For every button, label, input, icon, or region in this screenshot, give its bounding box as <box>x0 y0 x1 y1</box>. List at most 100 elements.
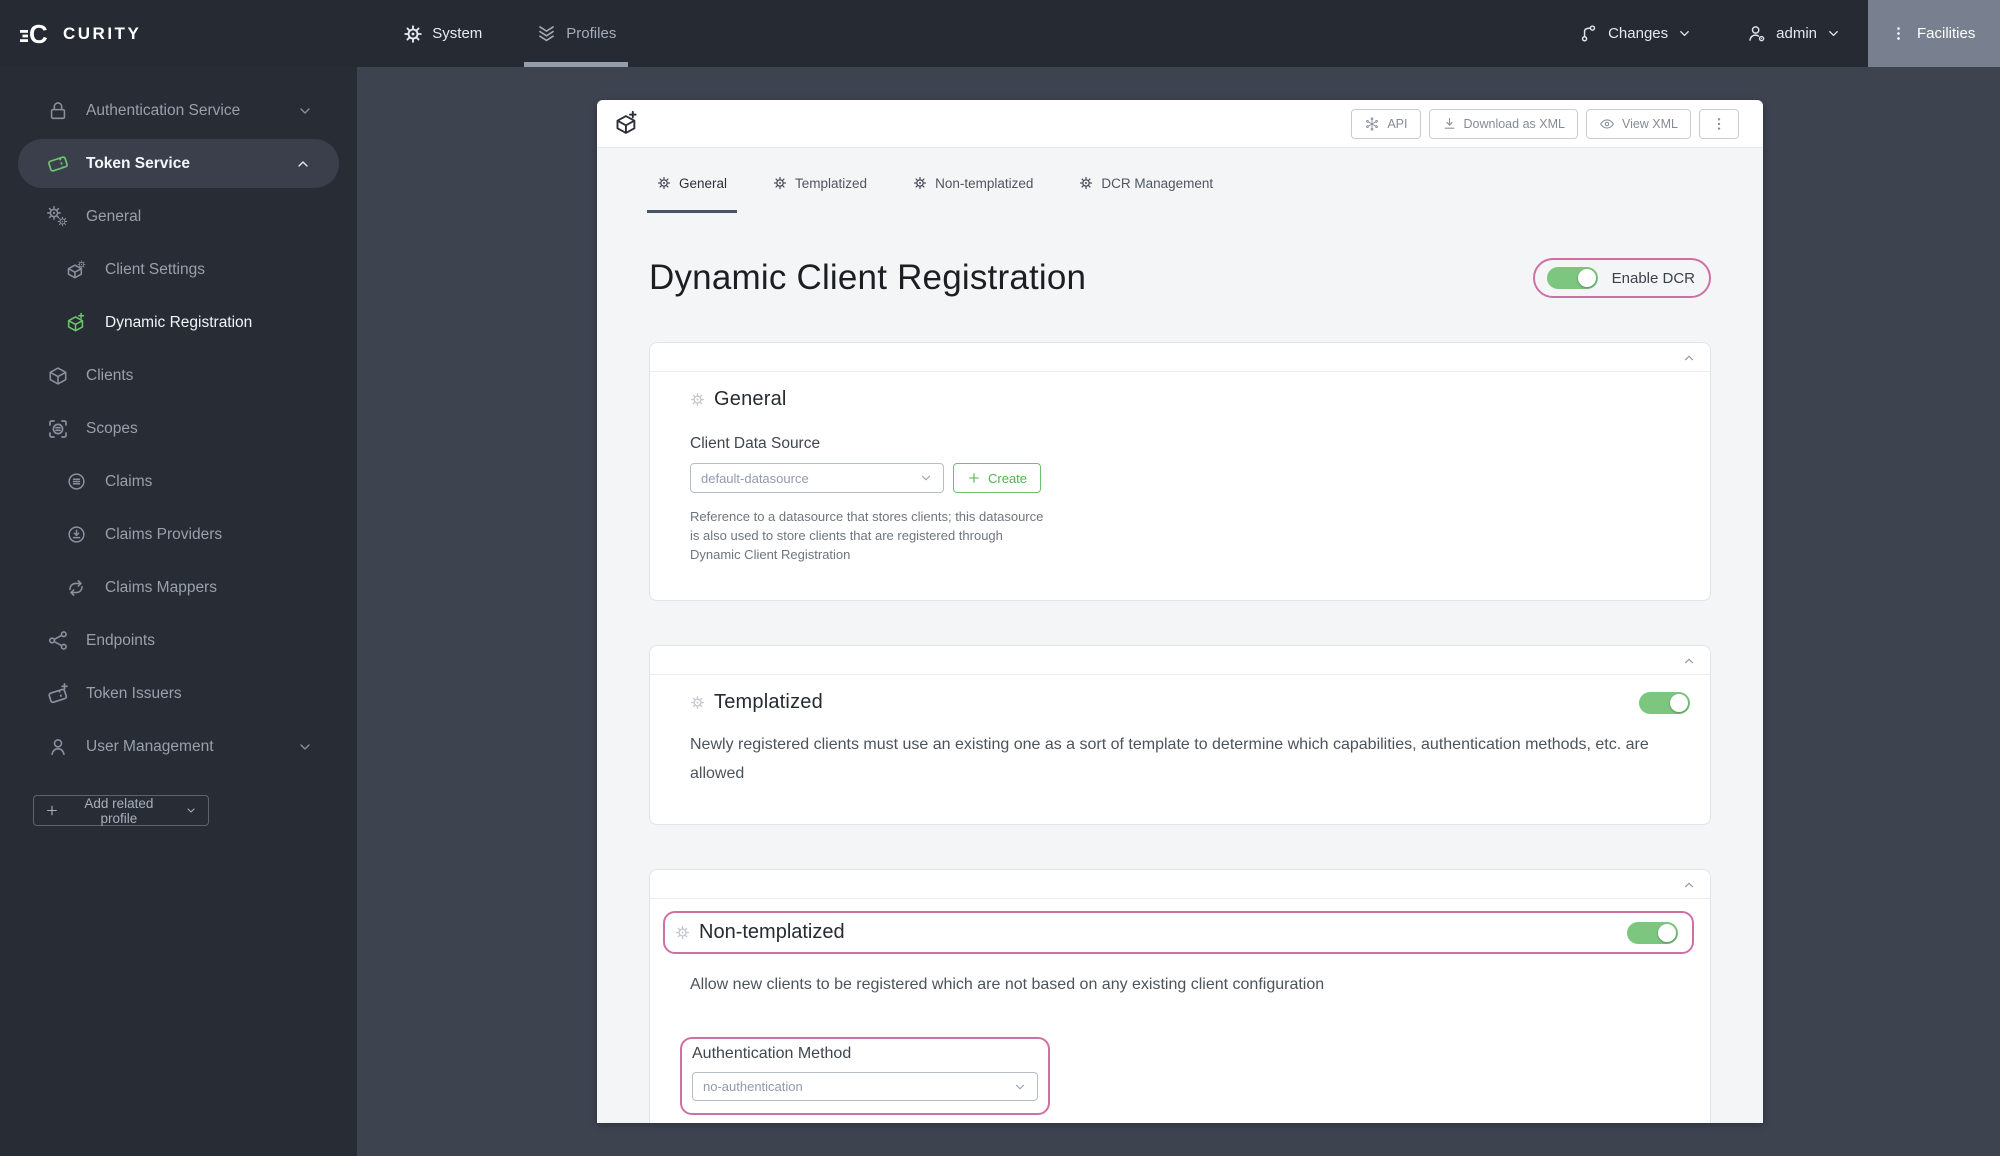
gear-icon <box>1079 176 1093 190</box>
chevron-up-icon <box>295 156 311 172</box>
authentication-method-highlight: Authentication Method no-authentication <box>680 1037 1050 1115</box>
user-menu[interactable]: admin <box>1719 0 1868 67</box>
chevron-up-icon <box>1682 878 1696 892</box>
authentication-method-label: Authentication Method <box>692 1045 852 1062</box>
more-options-button[interactable] <box>1699 108 1739 139</box>
sidebar-item-client-settings[interactable]: Client Settings <box>0 243 357 296</box>
box-gear-icon <box>63 259 89 281</box>
kebab-dots-icon <box>1890 25 1907 42</box>
download-as-xml-button[interactable]: Download as XML <box>1428 108 1578 139</box>
tab-non-templatized[interactable]: Non-templatized <box>903 148 1043 218</box>
chevron-down-icon <box>1826 26 1841 41</box>
facilities-button[interactable]: Facilities <box>1868 0 2000 67</box>
scope-icon <box>45 417 71 441</box>
box-plus-icon <box>613 110 640 137</box>
tab-dcr-management[interactable]: DCR Management <box>1069 148 1223 218</box>
curity-c-mark: C <box>20 19 48 49</box>
claims-list-icon <box>63 471 89 492</box>
section-heading: Non-templatized <box>699 921 845 943</box>
card-header: API Download as XML View XML <box>597 100 1763 148</box>
sidebar-item-claims-providers[interactable]: Claims Providers <box>0 508 357 561</box>
non-templatized-description: Allow new clients to be registered which… <box>690 976 1325 993</box>
templatized-toggle[interactable] <box>1639 691 1690 714</box>
chevron-down-icon <box>1013 1080 1027 1094</box>
dcr-settings-card: API Download as XML View XML General Tem… <box>597 100 1763 1123</box>
section-collapse-bar[interactable] <box>650 343 1710 372</box>
dcr-tabs: General Templatized Non-templatized DCR … <box>597 148 1763 218</box>
sidebar-item-token-issuers[interactable]: Token Issuers <box>0 667 357 720</box>
lock-icon <box>45 100 71 122</box>
sidebar-item-claims-mappers[interactable]: Claims Mappers <box>0 561 357 614</box>
section-collapse-bar[interactable] <box>650 646 1710 675</box>
tab-templatized[interactable]: Templatized <box>763 148 877 218</box>
plus-icon <box>967 471 981 485</box>
kebab-dots-icon <box>1711 116 1727 132</box>
section-non-templatized: Non-templatized Allow new clients to be … <box>649 869 1711 1123</box>
ticket-icon <box>45 152 71 176</box>
top-navigation-bar: C CURITY System Profiles Changes admin F… <box>0 0 2000 67</box>
create-datasource-button[interactable]: Create <box>953 463 1042 493</box>
box-plus-icon <box>63 312 89 334</box>
swap-arrows-icon <box>63 577 89 599</box>
chevron-down-icon <box>297 103 313 119</box>
sidebar-item-clients[interactable]: Clients <box>0 349 357 402</box>
view-xml-button[interactable]: View XML <box>1585 108 1691 139</box>
sidebar-item-user-management[interactable]: User Management <box>0 720 357 773</box>
section-heading: General <box>714 388 787 410</box>
curity-logo[interactable]: C CURITY <box>0 0 141 67</box>
client-data-source-label: Client Data Source <box>690 435 821 452</box>
sidebar-item-claims[interactable]: Claims <box>0 455 357 508</box>
non-templatized-highlight: Non-templatized <box>663 911 1694 954</box>
chevron-down-icon <box>1677 26 1692 41</box>
authentication-method-select[interactable]: no-authentication <box>692 1072 1038 1101</box>
user-gear-icon <box>1746 23 1767 44</box>
top-right-controls: Changes admin Facilities <box>1551 0 2000 67</box>
gear-icon <box>657 176 671 190</box>
sidebar-item-general[interactable]: General <box>0 190 357 243</box>
section-collapse-bar[interactable] <box>650 870 1710 899</box>
card-header-actions: API Download as XML View XML <box>1351 108 1739 139</box>
gear-icon <box>403 24 423 44</box>
tab-general[interactable]: General <box>647 148 738 218</box>
gear-icon <box>913 176 927 190</box>
section-heading: Templatized <box>714 691 823 713</box>
ticket-plus-icon <box>45 682 71 706</box>
api-nodes-icon <box>1364 116 1380 132</box>
user-icon <box>45 736 71 758</box>
sidebar-item-scopes[interactable]: Scopes <box>0 402 357 455</box>
add-related-profile-button[interactable]: Add related profile <box>33 795 209 826</box>
chevron-down-icon <box>185 804 197 817</box>
share-nodes-icon <box>45 629 71 652</box>
chevron-down-icon <box>297 739 313 755</box>
main-content-area: API Download as XML View XML General Tem… <box>357 67 2000 1156</box>
section-templatized: Templatized Newly registered clients mus… <box>649 645 1711 825</box>
sidebar-item-authentication-service[interactable]: Authentication Service <box>0 84 357 137</box>
svg-text:C: C <box>29 19 48 49</box>
git-branch-icon <box>1578 23 1599 44</box>
enable-dcr-toggle[interactable] <box>1546 267 1598 289</box>
chevron-down-icon <box>919 471 933 485</box>
top-tabs: System Profiles <box>391 0 629 67</box>
enable-dcr-label: Enable DCR <box>1611 269 1695 287</box>
chevron-up-icon <box>1682 351 1696 365</box>
profiles-layers-icon <box>536 23 557 44</box>
eye-icon <box>1599 116 1615 132</box>
profile-sidebar: Authentication Service Token Service Gen… <box>0 67 357 1156</box>
api-button[interactable]: API <box>1351 108 1421 139</box>
tab-system[interactable]: System <box>391 0 494 67</box>
sidebar-item-token-service[interactable]: Token Service <box>18 139 339 188</box>
templatized-description: Newly registered clients must use an exi… <box>690 736 1649 782</box>
sidebar-item-endpoints[interactable]: Endpoints <box>0 614 357 667</box>
chevron-up-icon <box>1682 654 1696 668</box>
client-data-source-select[interactable]: default-datasource <box>690 463 944 493</box>
client-data-source-help: Reference to a datasource that stores cl… <box>690 509 1044 562</box>
changes-menu[interactable]: Changes <box>1551 0 1719 67</box>
sidebar-item-dynamic-registration[interactable]: Dynamic Registration <box>0 296 357 349</box>
enable-dcr-control: Enable DCR <box>1532 258 1711 298</box>
gears-icon <box>45 205 71 229</box>
gear-icon <box>675 925 690 940</box>
non-templatized-toggle[interactable] <box>1627 921 1678 944</box>
tab-profiles[interactable]: Profiles <box>524 0 629 67</box>
claims-provider-icon <box>63 524 89 545</box>
section-general: General Client Data Source default-datas… <box>649 342 1711 601</box>
